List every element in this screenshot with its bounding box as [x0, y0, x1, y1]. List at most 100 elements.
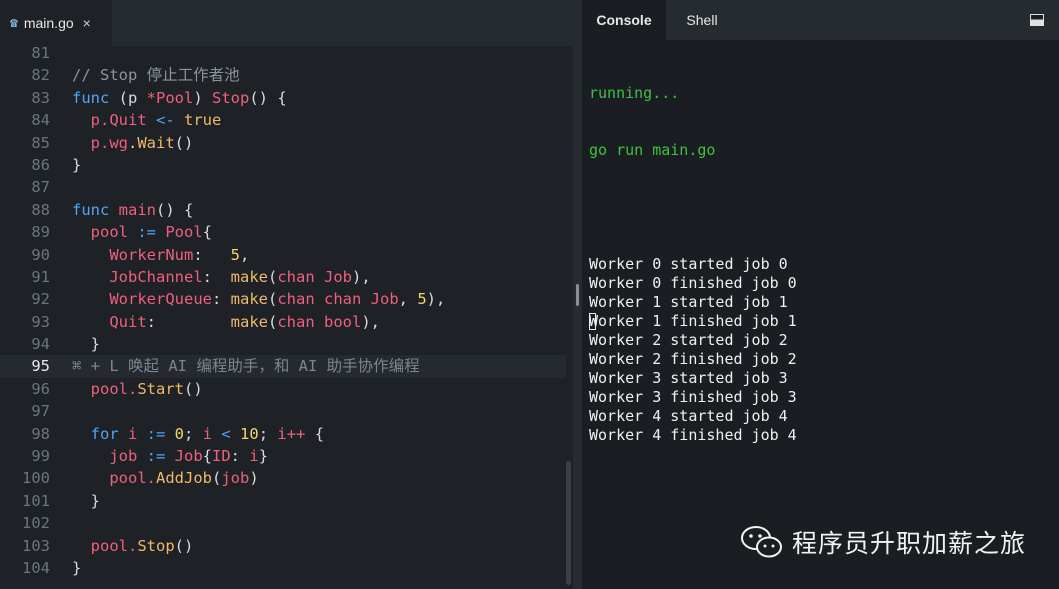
code-token: Job: [174, 447, 203, 466]
code-token: Pool: [156, 88, 194, 107]
code-token: p: [128, 88, 138, 107]
code-token: func: [72, 200, 110, 219]
line-number: 86: [31, 155, 50, 174]
code-text: for i := 0; i < 10; i++ {: [72, 423, 324, 445]
code-line[interactable]: 104}: [0, 557, 566, 579]
code-line[interactable]: 93 Quit: make(chan bool),: [0, 311, 566, 333]
tab-main-go[interactable]: ☎ main.go ×: [0, 0, 112, 46]
code-text: }: [72, 154, 81, 176]
code-token: pool.: [72, 536, 138, 555]
code-token: :: [202, 267, 231, 286]
console-output-line: Worker 1 finished job 1: [589, 312, 797, 330]
code-text: }: [72, 490, 100, 512]
code-token: ),: [426, 290, 446, 309]
line-number: 91: [31, 267, 50, 286]
resize-handle[interactable]: [576, 284, 579, 306]
code-text: WorkerQueue: make(chan chan Job, 5),: [72, 288, 445, 310]
code-line[interactable]: 99 job := Job{ID: i}: [0, 445, 566, 467]
line-number: 101: [22, 491, 50, 510]
code-token: i: [202, 424, 213, 443]
code-token: <-: [146, 111, 184, 130]
code-token: p.: [72, 133, 110, 152]
code-text: WorkerNum: 5,: [72, 244, 249, 266]
line-number: 90: [31, 245, 50, 264]
code-text: // Stop 停止工作者池: [72, 64, 240, 86]
line-number: 97: [31, 402, 50, 421]
code-text: ⌘ + L 唤起 AI 编程助手，和 AI 助手协作编程: [72, 355, 420, 377]
line-number: 96: [31, 379, 50, 398]
code-text: JobChannel: make(chan Job),: [72, 266, 371, 288]
code-text: pool := Pool{: [72, 221, 212, 243]
editor-scrollbar[interactable]: [566, 461, 571, 585]
code-token: ): [249, 469, 259, 488]
code-token: Wait: [137, 133, 175, 152]
code-token: i: [249, 447, 259, 466]
code-token: job: [72, 447, 138, 466]
wechat-icon: [741, 526, 782, 558]
code-line[interactable]: 88 func main() {: [0, 199, 566, 221]
editor-pane[interactable]: ☎ main.go × 81 82 // Stop 停止工作者池 83 func (p …: [0, 0, 573, 589]
code-line[interactable]: 81: [0, 42, 566, 64]
code-token: (): [174, 133, 194, 152]
code-line[interactable]: 91 JobChannel: make(chan Job),: [0, 266, 566, 288]
code-token: make: [230, 267, 268, 286]
close-icon[interactable]: ×: [83, 15, 91, 31]
code-token: pool.: [72, 469, 156, 488]
code-line[interactable]: 103 pool.Stop(): [0, 535, 566, 557]
code-token: make: [230, 312, 268, 331]
code-line[interactable]: 84 p.Quit <- true: [0, 109, 566, 131]
console-output-line: Worker 2 started job 2: [589, 331, 788, 349]
code-token: {: [202, 223, 212, 242]
code-token: {: [305, 424, 325, 443]
code-text: }: [72, 333, 100, 355]
code-token: pool: [72, 223, 128, 242]
tab-console[interactable]: Console: [582, 0, 666, 40]
code-line[interactable]: 83 func (p *Pool) Stop() {: [0, 87, 566, 109]
code-token: <: [212, 424, 241, 443]
code-token: ⌘ + L 唤起 AI 编程助手，和 AI 助手协作编程: [72, 357, 420, 376]
line-number: 82: [31, 66, 50, 85]
code-line[interactable]: 89 pool := Pool{: [0, 221, 566, 243]
code-line[interactable]: 85 p.wg.Wait(): [0, 132, 566, 154]
tab-shell[interactable]: Shell: [670, 0, 734, 40]
code-text: pool.Stop(): [72, 535, 194, 557]
code-line[interactable]: 82 // Stop 停止工作者池: [0, 64, 566, 86]
code-token: wg: [109, 133, 128, 152]
code-area[interactable]: 81 82 // Stop 停止工作者池 83 func (p *Pool) Stop(…: [0, 42, 566, 579]
code-token: ,: [240, 245, 250, 264]
code-token: AddJob: [156, 469, 212, 488]
code-text: pool.AddJob(job): [72, 467, 259, 489]
code-line[interactable]: 101 }: [0, 490, 566, 512]
code-token: Job: [314, 267, 352, 286]
code-token: (: [212, 469, 222, 488]
code-line[interactable]: 94 }: [0, 333, 566, 355]
code-token: }: [72, 558, 82, 577]
code-line[interactable]: 86}: [0, 154, 566, 176]
code-line[interactable]: 90 WorkerNum: 5,: [0, 244, 566, 266]
code-token: WorkerNum: [72, 245, 194, 264]
code-line[interactable]: 92 WorkerQueue: make(chan chan Job, 5),: [0, 288, 566, 310]
code-text: pool.Start(): [72, 378, 203, 400]
code-token: chan chan: [277, 290, 362, 309]
code-token: func: [72, 88, 110, 107]
code-token: :=: [137, 424, 175, 443]
code-line[interactable]: 102: [0, 512, 566, 534]
code-token: Quit: [72, 312, 147, 331]
code-line[interactable]: 97: [0, 400, 566, 422]
code-token: 5: [417, 290, 427, 309]
code-token: ),: [351, 267, 371, 286]
code-token: (: [267, 290, 278, 309]
code-line[interactable]: 96 pool.Start(): [0, 378, 566, 400]
code-line[interactable]: 87: [0, 176, 566, 198]
maximize-icon[interactable]: [1030, 14, 1044, 26]
terminal-cursor[interactable]: [589, 313, 596, 330]
console-output-line: Worker 4 finished job 4: [589, 426, 797, 444]
code-text: Quit: make(chan bool),: [72, 311, 380, 333]
code-line[interactable]: 100 pool.AddJob(job): [0, 467, 566, 489]
code-line[interactable]: 95 ⌘ + L 唤起 AI 编程助手，和 AI 助手协作编程: [0, 355, 566, 378]
code-token: }: [258, 447, 269, 466]
code-token: }: [72, 155, 82, 174]
line-number: 84: [31, 111, 50, 130]
code-line[interactable]: 98 for i := 0; i < 10; i++ {: [0, 423, 566, 445]
line-number: 88: [31, 200, 50, 219]
